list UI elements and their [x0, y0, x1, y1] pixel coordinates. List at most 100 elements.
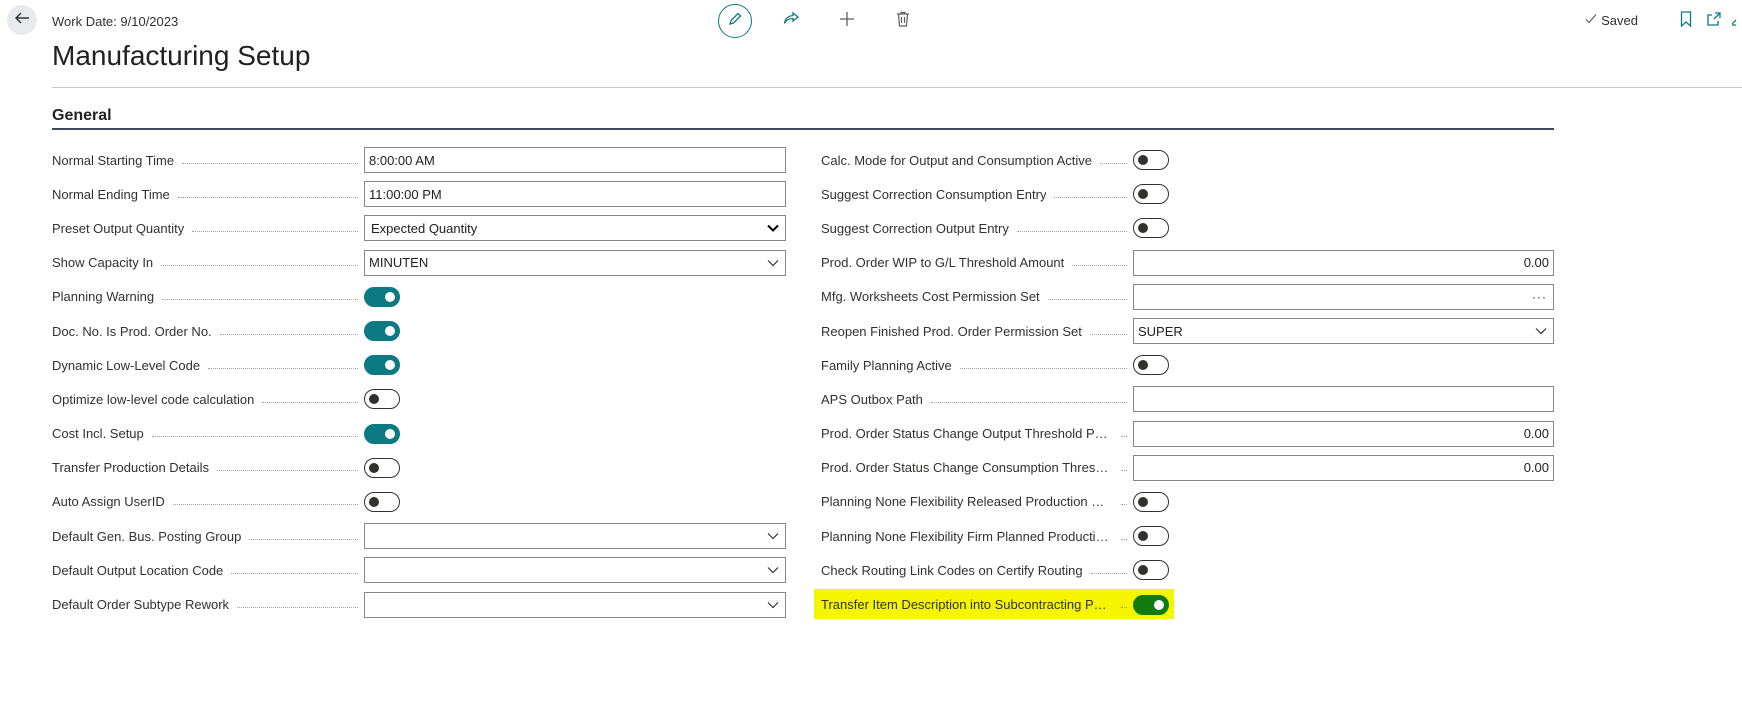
- dropdown-field[interactable]: MINUTEN: [364, 249, 786, 276]
- right-field-column: Calc. Mode for Output and Consumption Ac…: [814, 143, 1554, 622]
- toggle-switch[interactable]: [1133, 218, 1169, 239]
- section-title-general[interactable]: General: [52, 107, 112, 125]
- edit-icon: [727, 11, 743, 32]
- dropdown-field[interactable]: [364, 523, 786, 550]
- lookup-field[interactable]: ···: [1133, 283, 1554, 310]
- text-input[interactable]: 0.00: [1133, 249, 1554, 276]
- toggle-switch[interactable]: [364, 491, 400, 512]
- toggle-switch[interactable]: [364, 457, 400, 478]
- toggle-switch[interactable]: [1133, 150, 1169, 171]
- toggle-knob: [1138, 531, 1148, 542]
- share-button[interactable]: [774, 4, 808, 38]
- field-row-suggest-correction-output-entry: Suggest Correction Output Entry: [821, 211, 1554, 245]
- toggle-switch[interactable]: [1133, 184, 1169, 205]
- toggle-knob: [1138, 496, 1148, 507]
- text-input[interactable]: 0.00: [1133, 454, 1554, 481]
- label-leader-dots: [1047, 299, 1127, 301]
- field-label-text: Dynamic Low-Level Code: [52, 357, 201, 373]
- field-label-text: APS Outbox Path: [821, 391, 923, 407]
- field-label-text: Default Order Subtype Rework: [52, 597, 230, 613]
- back-button[interactable]: [7, 5, 37, 35]
- ellipsis-icon[interactable]: ···: [1532, 290, 1547, 304]
- open-new-window-button[interactable]: [1704, 10, 1724, 30]
- text-input[interactable]: 11:00:00 PM: [364, 181, 786, 208]
- delete-icon: [896, 11, 910, 32]
- work-date: Work Date: 9/10/2023: [52, 14, 179, 29]
- field-label-text: Planning Warning: [52, 289, 155, 305]
- saved-label: Saved: [1601, 12, 1638, 28]
- field-value: [1133, 184, 1554, 205]
- toggle-knob: [385, 326, 395, 337]
- toggle-switch[interactable]: [364, 389, 400, 410]
- field-value: 0.00: [1133, 420, 1554, 447]
- field-label-text: Normal Ending Time: [52, 186, 170, 202]
- field-value-text: 0.00: [1523, 426, 1549, 442]
- field-row-calc-mode-for-output-and-consumption-act: Calc. Mode for Output and Consumption Ac…: [821, 143, 1554, 177]
- open-new-window-icon: [1706, 11, 1722, 30]
- dropdown-field[interactable]: SUPER: [1133, 318, 1554, 345]
- field-label-text: Default Output Location Code: [52, 562, 224, 578]
- field-value: SUPER: [1133, 318, 1554, 345]
- field-row-cost-incl-setup: Cost Incl. Setup: [52, 417, 786, 451]
- dropdown-field[interactable]: [364, 557, 786, 584]
- label-leader-dots: [1089, 333, 1127, 335]
- field-row-transfer-production-details: Transfer Production Details: [52, 451, 786, 485]
- bookmark-icon: [1680, 10, 1692, 30]
- field-value-text: MINUTEN: [369, 255, 429, 271]
- text-input[interactable]: 8:00:00 AM: [364, 147, 786, 174]
- chevron-down-icon: [767, 601, 779, 609]
- toggle-switch[interactable]: [1133, 491, 1169, 512]
- toggle-switch[interactable]: [364, 286, 400, 307]
- label-leader-dots: [1072, 265, 1127, 267]
- field-value: [1133, 560, 1554, 581]
- label-leader-dots: [208, 367, 358, 369]
- toggle-switch[interactable]: [364, 355, 400, 376]
- toggle-switch[interactable]: [1133, 526, 1169, 547]
- field-value: 8:00:00 AM: [364, 147, 786, 174]
- edit-button[interactable]: [718, 4, 752, 38]
- field-label-text: Reopen Finished Prod. Order Permission S…: [821, 323, 1082, 339]
- dropdown-field[interactable]: Expected Quantity: [364, 215, 786, 242]
- field-label: Normal Ending Time: [52, 187, 364, 202]
- toggle-switch[interactable]: [1133, 560, 1169, 581]
- field-value: [364, 423, 786, 444]
- text-input[interactable]: [1133, 386, 1554, 413]
- toggle-switch[interactable]: [1133, 594, 1169, 615]
- add-button[interactable]: [830, 4, 864, 38]
- field-label-text: Auto Assign UserID: [52, 494, 165, 510]
- field-label: Default Order Subtype Rework: [52, 597, 364, 612]
- field-label-text: Prod. Order Status Change Consumption Th…: [821, 460, 1113, 476]
- header-divider: [52, 87, 1742, 88]
- collapse-button[interactable]: [1732, 10, 1742, 30]
- field-label-text: Mfg. Worksheets Cost Permission Set: [821, 289, 1040, 305]
- chevron-down-icon: [767, 566, 779, 574]
- field-label: Planning Warning: [52, 289, 364, 304]
- field-row-planning-warning: Planning Warning: [52, 280, 786, 314]
- field-row-family-planning-active: Family Planning Active: [821, 348, 1554, 382]
- field-label: Family Planning Active: [821, 358, 1133, 373]
- label-leader-dots: [959, 367, 1127, 369]
- label-leader-dots: [172, 504, 358, 506]
- delete-button[interactable]: [886, 4, 920, 38]
- field-row-suggest-correction-consumption-entry: Suggest Correction Consumption Entry: [821, 177, 1554, 211]
- field-value: [364, 491, 786, 512]
- toggle-switch[interactable]: [364, 423, 400, 444]
- toggle-switch[interactable]: [364, 321, 400, 342]
- field-value: 11:00:00 PM: [364, 181, 786, 208]
- field-value: [364, 591, 786, 618]
- field-label: APS Outbox Path: [821, 392, 1133, 407]
- text-input[interactable]: 0.00: [1133, 420, 1554, 447]
- dropdown-field[interactable]: [364, 591, 786, 618]
- field-row-default-output-location-code: Default Output Location Code: [52, 553, 786, 587]
- bookmark-button[interactable]: [1676, 10, 1696, 30]
- field-label-text: Calc. Mode for Output and Consumption Ac…: [821, 152, 1092, 168]
- toggle-switch[interactable]: [1133, 355, 1169, 376]
- field-row-preset-output-quantity: Preset Output Quantity Expected Quantity: [52, 211, 786, 245]
- label-leader-dots: [192, 230, 358, 232]
- label-leader-dots: [1090, 572, 1127, 574]
- label-leader-dots: [1054, 196, 1127, 198]
- field-value: [364, 355, 786, 376]
- field-label: Suggest Correction Consumption Entry: [821, 187, 1133, 202]
- action-toolbar: [718, 4, 920, 38]
- field-row-default-order-subtype-rework: Default Order Subtype Rework: [52, 587, 786, 621]
